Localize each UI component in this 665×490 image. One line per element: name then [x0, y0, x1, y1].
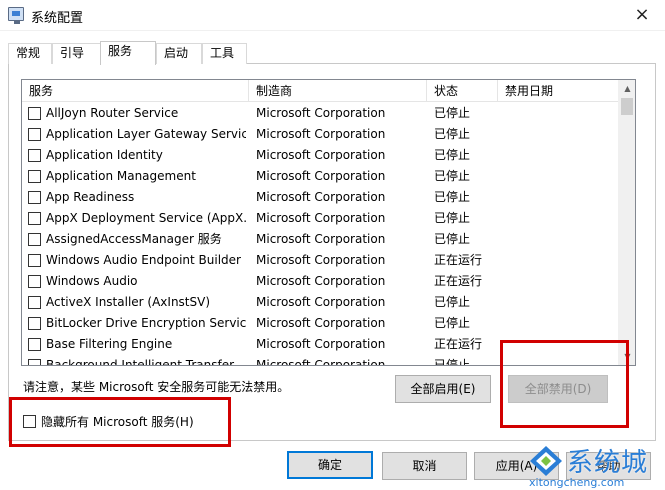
service-manufacturer: Microsoft Corporation [256, 211, 386, 225]
table-row[interactable]: Application Management Microsoft Corporat… [22, 166, 619, 187]
service-status: 已停止 [434, 295, 471, 309]
service-checkbox[interactable] [28, 191, 41, 204]
service-manufacturer: Microsoft Corporation [256, 106, 386, 120]
service-checkbox[interactable] [28, 338, 41, 351]
table-row[interactable]: BitLocker Drive Encryption Service Micros… [22, 313, 619, 334]
service-name: Windows Audio Endpoint Builder [46, 253, 241, 267]
watermark-text: 系统城 [567, 448, 649, 478]
scroll-thumb[interactable] [621, 98, 633, 115]
service-status: 正在运行 [434, 274, 483, 288]
tab-boot[interactable]: 引导 [52, 43, 101, 64]
tab-tools[interactable]: 工具 [202, 43, 247, 64]
service-status: 正在运行 [434, 253, 483, 267]
service-status: 已停止 [434, 232, 471, 246]
highlight-box-disable-all [500, 340, 629, 428]
service-status: 已停止 [434, 358, 471, 366]
table-row[interactable]: Windows Audio Microsoft Corporation 正在运行 [22, 271, 619, 292]
service-manufacturer: Microsoft Corporation [256, 190, 386, 204]
service-checkbox[interactable] [28, 107, 41, 120]
service-checkbox[interactable] [28, 149, 41, 162]
cancel-button[interactable]: 取消 [382, 452, 467, 480]
service-manufacturer: Microsoft Corporation [256, 148, 386, 162]
service-name: AllJoyn Router Service [46, 106, 179, 120]
service-manufacturer: Microsoft Corporation [256, 295, 386, 309]
service-name: App Readiness [46, 190, 135, 204]
service-name: AssignedAccessManager 服务 [46, 232, 222, 246]
service-manufacturer: Microsoft Corporation [256, 232, 386, 246]
enable-all-button[interactable]: 全部启用(E) [395, 375, 491, 403]
service-status: 正在运行 [434, 337, 483, 351]
table-row[interactable]: Application Layer Gateway Service Microso… [22, 124, 619, 145]
table-row[interactable]: Windows Audio Endpoint Builder Microsoft … [22, 250, 619, 271]
window-title: 系统配置 [31, 11, 84, 26]
service-manufacturer: Microsoft Corporation [256, 337, 386, 351]
service-name: Application Layer Gateway Service [46, 127, 246, 141]
service-name: AppX Deployment Service (AppX... [46, 211, 246, 225]
service-manufacturer: Microsoft Corporation [256, 274, 386, 288]
watermark: 系统城 xitongcheng.com [525, 440, 665, 490]
table-row[interactable]: App Readiness Microsoft Corporation 已停止 [22, 187, 619, 208]
service-status: 已停止 [434, 211, 471, 225]
service-checkbox[interactable] [28, 233, 41, 246]
table-row[interactable]: AppX Deployment Service (AppX... Microsof… [22, 208, 619, 229]
service-checkbox[interactable] [28, 128, 41, 141]
column-header-status[interactable]: 状态 [427, 80, 498, 102]
highlight-box-hide-ms [9, 397, 231, 447]
service-name: Application Management [46, 169, 196, 183]
vertical-scrollbar[interactable]: ▲ ▼ [618, 80, 635, 365]
table-row[interactable]: AllJoyn Router Service Microsoft Corporat… [22, 103, 619, 124]
service-name: ActiveX Installer (AxInstSV) [46, 295, 211, 309]
service-name: Base Filtering Engine [46, 337, 173, 351]
service-checkbox[interactable] [28, 359, 41, 365]
service-status: 已停止 [434, 106, 471, 120]
list-header: 服务 制造商 状态 禁用日期 [22, 80, 619, 102]
service-name: BitLocker Drive Encryption Service [46, 316, 246, 330]
table-row[interactable]: AssignedAccessManager 服务 Microsoft Corpor… [22, 229, 619, 250]
service-checkbox[interactable] [28, 254, 41, 267]
service-name: Windows Audio [46, 274, 138, 288]
service-name: Background Intelligent Transfer... [46, 358, 245, 366]
service-manufacturer: Microsoft Corporation [256, 127, 386, 141]
services-list[interactable]: 服务 制造商 状态 禁用日期 AllJoyn Router Service Mic… [21, 79, 636, 366]
service-status: 已停止 [434, 316, 471, 330]
service-manufacturer: Microsoft Corporation [256, 169, 386, 183]
service-status: 已停止 [434, 190, 471, 204]
service-manufacturer: Microsoft Corporation [256, 358, 386, 366]
service-checkbox[interactable] [28, 296, 41, 309]
table-row[interactable]: ActiveX Installer (AxInstSV) Microsoft Co… [22, 292, 619, 313]
column-header-service[interactable]: 服务 [22, 80, 249, 102]
watermark-logo-icon [530, 446, 562, 476]
column-header-disabled-date[interactable]: 禁用日期 [498, 80, 619, 102]
service-status: 已停止 [434, 127, 471, 141]
scroll-up-icon[interactable]: ▲ [619, 80, 635, 97]
close-icon[interactable]: × [627, 2, 657, 28]
service-manufacturer: Microsoft Corporation [256, 253, 386, 267]
service-manufacturer: Microsoft Corporation [256, 316, 386, 330]
title-bar: 系统配置 × [0, 0, 665, 31]
watermark-url: xitongcheng.com [529, 476, 625, 489]
notice-text: 请注意，某些 Microsoft 安全服务可能无法禁用。 [23, 380, 290, 394]
tab-startup[interactable]: 启动 [156, 43, 202, 64]
service-checkbox[interactable] [28, 212, 41, 225]
service-checkbox[interactable] [28, 317, 41, 330]
ok-button[interactable]: 确定 [287, 451, 373, 479]
tab-services[interactable]: 服务 [100, 41, 156, 65]
msconfig-icon [8, 7, 24, 24]
service-rows: AllJoyn Router Service Microsoft Corporat… [22, 103, 619, 366]
service-name: Application Identity [46, 148, 163, 162]
service-status: 已停止 [434, 169, 471, 183]
column-header-manufacturer[interactable]: 制造商 [249, 80, 427, 102]
service-status: 已停止 [434, 148, 471, 162]
tab-general[interactable]: 常规 [8, 43, 52, 64]
service-checkbox[interactable] [28, 275, 41, 288]
table-row[interactable]: Application Identity Microsoft Corporatio… [22, 145, 619, 166]
service-checkbox[interactable] [28, 170, 41, 183]
